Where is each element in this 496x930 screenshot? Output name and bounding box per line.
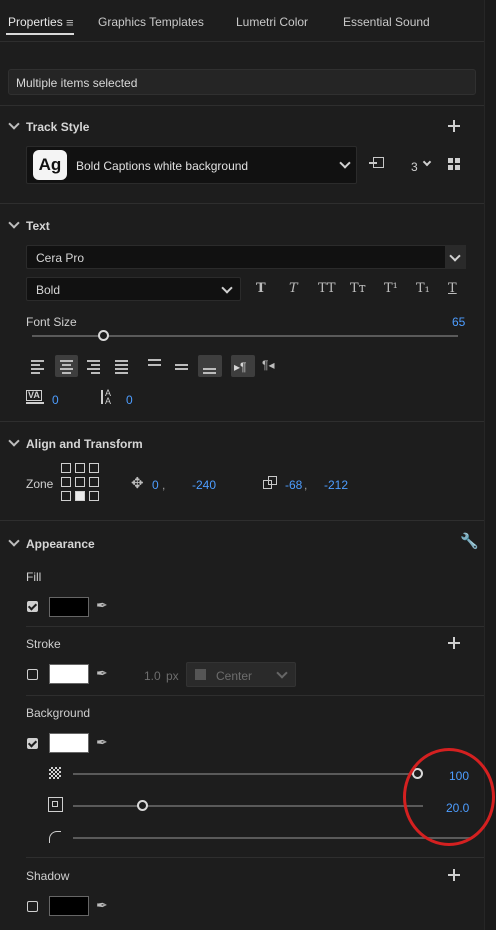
chevron-down-icon — [339, 157, 351, 169]
fill-checkbox[interactable] — [27, 601, 38, 612]
stroke-position-dropdown[interactable]: Center — [186, 662, 296, 687]
background-checkbox[interactable] — [27, 738, 38, 749]
stroke-width-unit: px — [166, 669, 179, 683]
font-size-slider-handle[interactable] — [98, 330, 110, 341]
zone-selector[interactable] — [61, 463, 99, 501]
collapse-align-transform-icon[interactable] — [8, 435, 20, 447]
stroke-width-value[interactable]: 1.0 — [144, 669, 161, 683]
shadow-label: Shadow — [26, 869, 70, 883]
font-name: Cera Pro — [36, 251, 85, 265]
add-stroke-icon[interactable] — [448, 637, 460, 649]
corner-radius-icon — [49, 831, 61, 843]
align-bottom-icon[interactable] — [198, 355, 222, 377]
panel-menu-icon[interactable]: ≡ — [66, 16, 74, 29]
background-size-slider[interactable] — [73, 805, 423, 807]
shadow-checkbox[interactable] — [27, 901, 38, 912]
collapse-track-style-icon[interactable] — [8, 118, 20, 130]
style-preview-badge: Ag — [33, 150, 67, 180]
tab-properties[interactable]: Properties — [8, 15, 63, 29]
push-style-icon[interactable] — [369, 157, 387, 171]
ltr-direction-icon[interactable]: ▸¶ — [231, 355, 255, 377]
track-style-dropdown[interactable]: Bold Captions white background — [26, 146, 357, 184]
background-opacity-slider[interactable] — [73, 773, 418, 775]
shadow-color-swatch[interactable] — [49, 896, 89, 916]
size-separator: , — [304, 478, 308, 492]
align-left-icon[interactable] — [28, 356, 48, 376]
font-size-slider[interactable] — [32, 335, 458, 337]
zone-label: Zone — [26, 477, 54, 491]
superscript-icon[interactable]: T¹ — [384, 282, 398, 295]
align-center-icon[interactable] — [55, 355, 78, 377]
position-separator: , — [162, 478, 166, 492]
font-weight: Bold — [36, 283, 61, 297]
tracking-icon: VA — [26, 390, 46, 406]
stroke-label: Stroke — [26, 637, 61, 651]
align-middle-icon[interactable] — [172, 356, 192, 376]
position-y-value[interactable]: -240 — [192, 478, 216, 492]
fill-label: Fill — [26, 570, 42, 584]
grid-view-icon[interactable] — [448, 158, 460, 170]
faux-italic-icon[interactable]: T — [289, 282, 298, 295]
size-x-value[interactable]: -68 — [285, 478, 302, 492]
subscript-icon[interactable]: T₁ — [416, 282, 430, 295]
collapse-appearance-icon[interactable] — [8, 535, 20, 547]
background-color-swatch[interactable] — [49, 733, 89, 753]
text-heading: Text — [26, 219, 50, 233]
track-style-heading: Track Style — [26, 120, 90, 134]
justify-icon[interactable] — [112, 356, 132, 376]
stroke-color-swatch[interactable] — [49, 664, 89, 684]
style-count: 3 — [411, 160, 418, 174]
chevron-down-icon — [221, 282, 233, 294]
appearance-heading: Appearance — [26, 537, 95, 551]
leading-value[interactable]: 0 — [126, 393, 133, 407]
tab-essential-sound[interactable]: Essential Sound — [343, 15, 430, 29]
position-x-value[interactable]: 0 — [152, 478, 159, 492]
stroke-checkbox[interactable] — [27, 669, 38, 680]
align-top-icon[interactable] — [145, 356, 165, 376]
add-shadow-icon[interactable] — [448, 869, 460, 881]
tracking-value[interactable]: 0 — [52, 393, 59, 407]
eyedropper-icon[interactable]: ✒ — [96, 898, 108, 912]
align-transform-heading: Align and Transform — [26, 437, 143, 451]
track-style-name: Bold Captions white background — [76, 159, 249, 173]
active-tab-indicator — [6, 33, 74, 35]
add-track-style-icon[interactable] — [448, 120, 460, 132]
leading-icon: A A — [101, 388, 121, 408]
wrench-icon[interactable]: 🔧 — [460, 534, 479, 549]
font-dropdown[interactable]: Cera Pro — [26, 245, 466, 269]
chevron-down-icon — [276, 667, 288, 679]
background-size-icon — [48, 797, 63, 812]
scale-icon — [263, 476, 279, 490]
background-label: Background — [26, 706, 91, 720]
underline-icon[interactable]: T — [448, 282, 457, 295]
tab-lumetri-color[interactable]: Lumetri Color — [236, 15, 308, 29]
fill-color-swatch[interactable] — [49, 597, 89, 617]
font-weight-dropdown[interactable]: Bold — [26, 277, 241, 301]
faux-bold-icon[interactable]: T — [256, 282, 266, 295]
size-y-value[interactable]: -212 — [324, 478, 348, 492]
selection-status-field: Multiple items selected — [8, 69, 476, 95]
eyedropper-icon[interactable]: ✒ — [96, 598, 108, 612]
small-caps-icon[interactable]: Tт — [350, 282, 366, 295]
red-annotation-circle — [403, 748, 495, 846]
rtl-direction-icon[interactable]: ¶◂ — [262, 359, 274, 371]
stroke-position-value: Center — [216, 669, 253, 683]
font-size-label: Font Size — [26, 315, 77, 329]
all-caps-icon[interactable]: TT — [318, 282, 336, 295]
position-move-icon: ✥ — [131, 475, 144, 492]
collapse-text-icon[interactable] — [8, 217, 20, 229]
count-chevron-icon[interactable] — [422, 157, 432, 167]
tab-graphics-templates[interactable]: Graphics Templates — [98, 15, 204, 29]
stroke-position-icon — [195, 669, 206, 680]
corner-radius-slider[interactable] — [73, 837, 473, 839]
align-right-icon[interactable] — [84, 356, 104, 376]
background-size-slider-handle[interactable] — [137, 800, 148, 811]
eyedropper-icon[interactable]: ✒ — [96, 666, 108, 680]
font-size-value[interactable]: 65 — [452, 315, 465, 329]
opacity-icon — [49, 767, 61, 779]
eyedropper-icon[interactable]: ✒ — [96, 735, 108, 749]
